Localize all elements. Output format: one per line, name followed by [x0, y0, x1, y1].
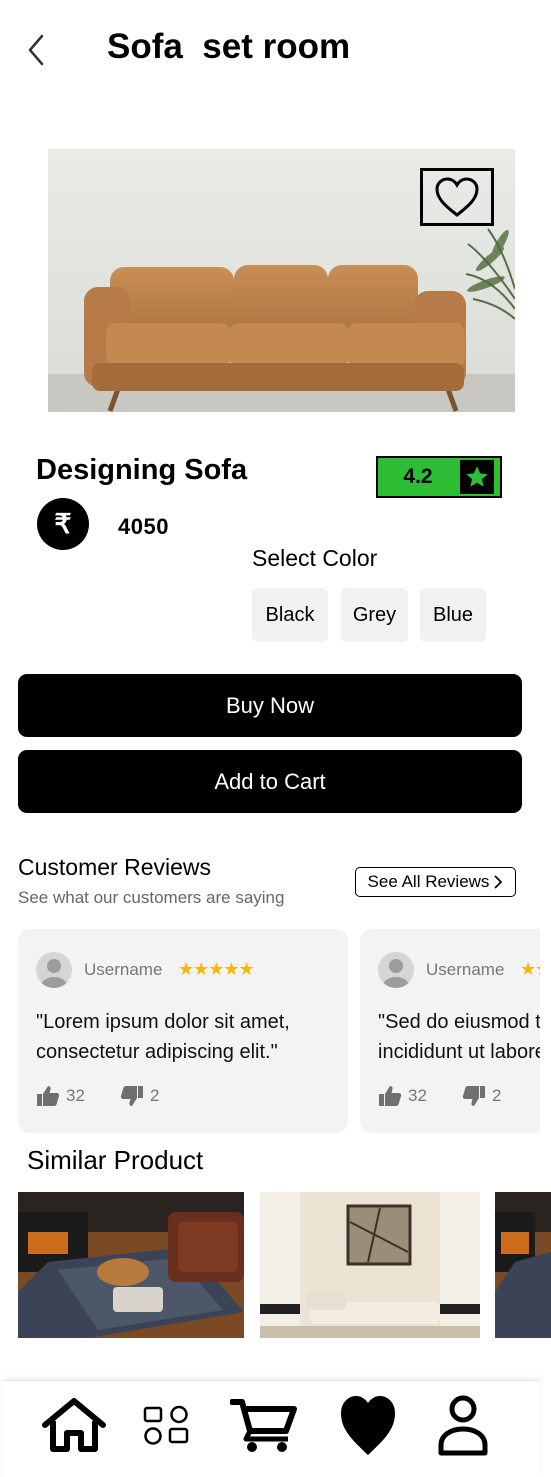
chevron-right-icon [494, 875, 503, 889]
nav-cart[interactable] [228, 1389, 300, 1461]
color-option-black[interactable]: Black [252, 588, 328, 642]
dislike-count: 2 [150, 1086, 160, 1105]
avatar-icon [36, 952, 72, 988]
like-button[interactable]: 32 [378, 1085, 427, 1107]
product-price: 4050 [118, 514, 169, 539]
heart-icon [341, 1396, 395, 1455]
like-count: 32 [408, 1086, 427, 1105]
select-color-label: Select Color [252, 545, 378, 571]
see-all-reviews-button[interactable]: See All Reviews [355, 867, 516, 897]
similar-product-2[interactable] [260, 1192, 480, 1338]
categories-icon [143, 1405, 189, 1445]
color-option-grey[interactable]: Grey [341, 588, 408, 642]
product-name: Designing Sofa [36, 454, 248, 486]
nav-wishlist[interactable] [336, 1389, 400, 1461]
currency-icon: ₹ [37, 498, 89, 550]
like-button[interactable]: 32 [36, 1085, 85, 1107]
living-room-image [260, 1192, 480, 1338]
review-stars: ★★★★★ [178, 959, 255, 979]
thumbs-up-icon [379, 1086, 402, 1106]
similar-title: Similar Product [27, 1145, 204, 1175]
thumbs-up-icon [37, 1086, 60, 1106]
nav-home[interactable] [39, 1389, 109, 1461]
dislike-count: 2 [492, 1086, 502, 1105]
reviews-title: Customer Reviews [18, 854, 211, 880]
add-to-cart-button[interactable]: Add to Cart [18, 750, 522, 813]
heart-outline-icon [435, 177, 479, 217]
review-username: Username [426, 960, 505, 979]
color-option-blue[interactable]: Blue [420, 588, 486, 642]
nav-profile[interactable] [431, 1389, 495, 1461]
review-username: Username [84, 960, 163, 979]
nav-categories[interactable] [136, 1389, 196, 1461]
product-image [48, 149, 515, 412]
review-card: Username ★★★★★ "Sed do eiusmod tempor in… [360, 929, 540, 1133]
reviews-carousel[interactable]: Username ★★★★★ "Lorem ipsum dolor sit am… [18, 929, 540, 1133]
profile-icon [438, 1395, 488, 1456]
like-count: 32 [66, 1086, 85, 1105]
rating-badge: 4.2 [376, 456, 502, 498]
dislike-button[interactable]: 2 [462, 1085, 501, 1107]
see-all-label: See All Reviews [367, 872, 490, 891]
review-stars: ★★★★★ [520, 959, 540, 979]
thumbs-down-icon [120, 1086, 143, 1106]
similar-product-3[interactable] [495, 1192, 551, 1338]
reviews-subtitle: See what our customers are saying [18, 888, 285, 907]
cart-icon [230, 1399, 297, 1452]
back-button[interactable] [20, 30, 56, 70]
chevron-left-icon [28, 34, 44, 66]
living-room-image [18, 1192, 244, 1338]
buy-now-button[interactable]: Buy Now [18, 674, 522, 737]
rating-value: 4.2 [403, 465, 433, 488]
page-title: Sofa set room [107, 27, 351, 66]
review-card: Username ★★★★★ "Lorem ipsum dolor sit am… [18, 929, 348, 1133]
review-text: "Lorem ipsum dolor sit amet, consectetur… [36, 1011, 290, 1063]
living-room-image [495, 1192, 551, 1338]
star-icon [460, 460, 494, 494]
similar-product-1[interactable] [18, 1192, 244, 1338]
bottom-nav [3, 1380, 540, 1477]
thumbs-down-icon [462, 1086, 485, 1106]
avatar-icon [378, 952, 414, 988]
home-icon [42, 1398, 106, 1452]
favorite-button[interactable] [420, 168, 494, 226]
dislike-button[interactable]: 2 [120, 1085, 159, 1107]
review-text: "Sed do eiusmod tempor incididunt ut lab… [378, 1011, 540, 1063]
